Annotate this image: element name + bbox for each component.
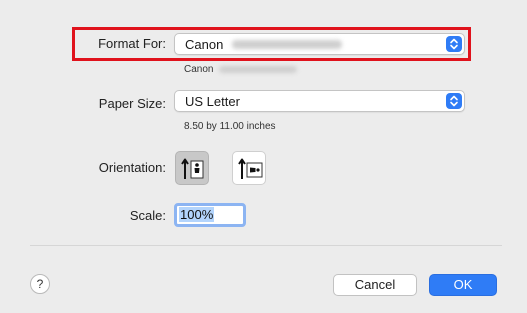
help-button[interactable]: ? (30, 274, 50, 294)
ok-button[interactable]: OK (429, 274, 497, 296)
cancel-button[interactable]: Cancel (333, 274, 417, 296)
orientation-label: Orientation: (98, 160, 166, 175)
scale-value: 100% (179, 207, 215, 222)
paper-size-value: US Letter (185, 94, 240, 109)
divider (30, 245, 502, 246)
orientation-portrait-button[interactable] (175, 151, 209, 185)
paper-size-label: Paper Size: (98, 96, 166, 111)
redacted-printer-subtext (219, 66, 297, 73)
orientation-landscape-button[interactable] (232, 151, 266, 185)
paper-size-subtext: 8.50 by 11.00 inches (184, 121, 276, 132)
scale-input[interactable]: 100% (174, 203, 246, 227)
portrait-orientation-icon (181, 158, 204, 179)
landscape-orientation-icon (238, 158, 263, 179)
paper-size-popup[interactable]: US Letter (174, 90, 465, 112)
popup-arrows-icon (446, 93, 462, 109)
redacted-printer-model (232, 40, 342, 49)
format-for-label: Format For: (98, 36, 166, 51)
popup-arrows-icon (446, 36, 462, 52)
format-for-value: Canon (185, 37, 224, 52)
format-for-subtext: Canon (184, 64, 214, 75)
format-for-popup[interactable]: Canon (174, 33, 465, 55)
scale-label: Scale: (129, 208, 166, 223)
